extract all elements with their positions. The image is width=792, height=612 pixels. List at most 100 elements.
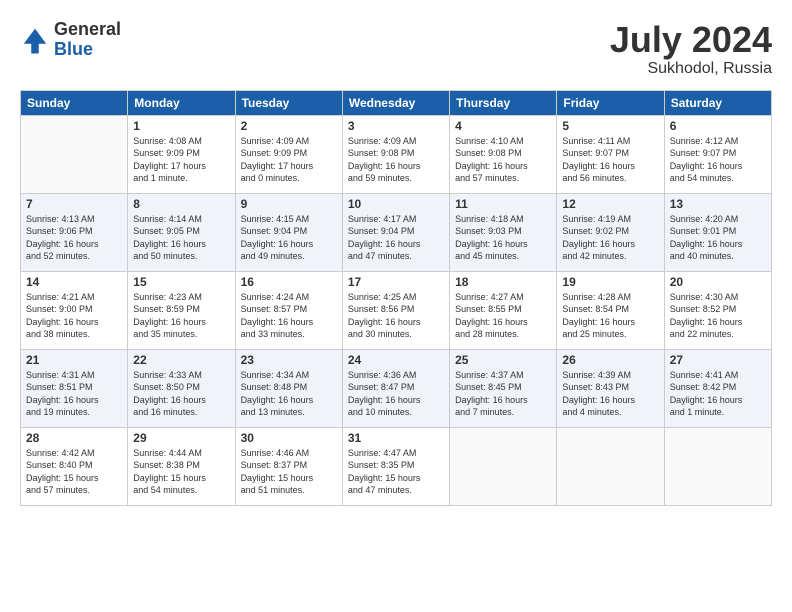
header-monday: Monday (128, 90, 235, 115)
logo-text: General Blue (54, 20, 121, 60)
day-number: 5 (562, 119, 658, 133)
weekday-header-row: Sunday Monday Tuesday Wednesday Thursday… (21, 90, 772, 115)
calendar-cell: 16 Sunrise: 4:24 AM Sunset: 8:57 PM Dayli… (235, 271, 342, 349)
header: General Blue July 2024 Sukhodol, Russia (20, 20, 772, 78)
day-number: 23 (241, 353, 337, 367)
day-info: Sunrise: 4:34 AM Sunset: 8:48 PM Dayligh… (241, 369, 337, 419)
calendar-cell: 14 Sunrise: 4:21 AM Sunset: 9:00 PM Dayli… (21, 271, 128, 349)
calendar-title: July 2024 (610, 20, 772, 60)
calendar-cell: 11Sunrise: 4:18 AM Sunset: 9:03 PM Dayli… (450, 193, 557, 271)
day-number: 24 (348, 353, 444, 367)
calendar-cell (21, 115, 128, 193)
calendar-cell: 4 Sunrise: 4:10 AM Sunset: 9:08 PM Daylig… (450, 115, 557, 193)
day-info: Sunrise: 4:30 AM Sunset: 8:52 PM Dayligh… (670, 291, 766, 341)
calendar-cell: 22 Sunrise: 4:33 AM Sunset: 8:50 PM Dayli… (128, 349, 235, 427)
day-number: 1 (133, 119, 229, 133)
day-info: Sunrise: 4:31 AM Sunset: 8:51 PM Dayligh… (26, 369, 122, 419)
calendar-week-row: 28Sunrise: 4:42 AM Sunset: 8:40 PM Dayli… (21, 427, 772, 505)
day-number: 18 (455, 275, 551, 289)
calendar-cell: 23 Sunrise: 4:34 AM Sunset: 8:48 PM Dayli… (235, 349, 342, 427)
day-info: Sunrise: 4:39 AM Sunset: 8:43 PM Dayligh… (562, 369, 658, 419)
header-sunday: Sunday (21, 90, 128, 115)
calendar-cell: 8Sunrise: 4:14 AM Sunset: 9:05 PM Daylig… (128, 193, 235, 271)
day-info: Sunrise: 4:11 AM Sunset: 9:07 PM Dayligh… (562, 135, 658, 185)
day-info: Sunrise: 4:23 AM Sunset: 8:59 PM Dayligh… (133, 291, 229, 341)
day-number: 9 (241, 197, 337, 211)
day-number: 16 (241, 275, 337, 289)
calendar-cell: 30 Sunrise: 4:46 AM Sunset: 8:37 PM Dayli… (235, 427, 342, 505)
day-number: 11 (455, 197, 551, 211)
calendar-cell: 19 Sunrise: 4:28 AM Sunset: 8:54 PM Dayli… (557, 271, 664, 349)
day-number: 21 (26, 353, 122, 367)
calendar-cell: 21 Sunrise: 4:31 AM Sunset: 8:51 PM Dayli… (21, 349, 128, 427)
calendar-cell: 27Sunrise: 4:41 AM Sunset: 8:42 PM Dayli… (664, 349, 771, 427)
calendar-cell: 18 Sunrise: 4:27 AM Sunset: 8:55 PM Dayli… (450, 271, 557, 349)
calendar-cell: 10 Sunrise: 4:17 AM Sunset: 9:04 PM Dayli… (342, 193, 449, 271)
calendar-cell: 13 Sunrise: 4:20 AM Sunset: 9:01 PM Dayli… (664, 193, 771, 271)
calendar-week-row: 7 Sunrise: 4:13 AM Sunset: 9:06 PM Daylig… (21, 193, 772, 271)
day-number: 19 (562, 275, 658, 289)
day-number: 10 (348, 197, 444, 211)
day-info: Sunrise: 4:09 AM Sunset: 9:08 PM Dayligh… (348, 135, 444, 185)
day-info: Sunrise: 4:27 AM Sunset: 8:55 PM Dayligh… (455, 291, 551, 341)
day-info: Sunrise: 4:15 AM Sunset: 9:04 PM Dayligh… (241, 213, 337, 263)
calendar-cell: 29 Sunrise: 4:44 AM Sunset: 8:38 PM Dayli… (128, 427, 235, 505)
day-info: Sunrise: 4:33 AM Sunset: 8:50 PM Dayligh… (133, 369, 229, 419)
calendar-cell (450, 427, 557, 505)
header-wednesday: Wednesday (342, 90, 449, 115)
day-number: 20 (670, 275, 766, 289)
day-info: Sunrise: 4:36 AM Sunset: 8:47 PM Dayligh… (348, 369, 444, 419)
day-info: Sunrise: 4:24 AM Sunset: 8:57 PM Dayligh… (241, 291, 337, 341)
day-info: Sunrise: 4:44 AM Sunset: 8:38 PM Dayligh… (133, 447, 229, 497)
day-number: 7 (26, 197, 122, 211)
day-number: 29 (133, 431, 229, 445)
calendar-location: Sukhodol, Russia (610, 60, 772, 78)
day-number: 26 (562, 353, 658, 367)
header-friday: Friday (557, 90, 664, 115)
day-number: 25 (455, 353, 551, 367)
day-number: 6 (670, 119, 766, 133)
day-number: 2 (241, 119, 337, 133)
calendar-cell: 12Sunrise: 4:19 AM Sunset: 9:02 PM Dayli… (557, 193, 664, 271)
day-number: 8 (133, 197, 229, 211)
day-info: Sunrise: 4:28 AM Sunset: 8:54 PM Dayligh… (562, 291, 658, 341)
calendar-cell: 1 Sunrise: 4:08 AM Sunset: 9:09 PM Daylig… (128, 115, 235, 193)
logo-general-text: General (54, 20, 121, 40)
day-info: Sunrise: 4:20 AM Sunset: 9:01 PM Dayligh… (670, 213, 766, 263)
day-number: 12 (562, 197, 658, 211)
day-number: 30 (241, 431, 337, 445)
day-number: 4 (455, 119, 551, 133)
day-number: 22 (133, 353, 229, 367)
day-number: 3 (348, 119, 444, 133)
header-thursday: Thursday (450, 90, 557, 115)
title-block: July 2024 Sukhodol, Russia (610, 20, 772, 78)
calendar-cell: 15Sunrise: 4:23 AM Sunset: 8:59 PM Dayli… (128, 271, 235, 349)
day-info: Sunrise: 4:21 AM Sunset: 9:00 PM Dayligh… (26, 291, 122, 341)
day-info: Sunrise: 4:47 AM Sunset: 8:35 PM Dayligh… (348, 447, 444, 497)
day-info: Sunrise: 4:12 AM Sunset: 9:07 PM Dayligh… (670, 135, 766, 185)
calendar-cell: 31 Sunrise: 4:47 AM Sunset: 8:35 PM Dayli… (342, 427, 449, 505)
day-info: Sunrise: 4:13 AM Sunset: 9:06 PM Dayligh… (26, 213, 122, 263)
day-info: Sunrise: 4:09 AM Sunset: 9:09 PM Dayligh… (241, 135, 337, 185)
calendar-cell: 3 Sunrise: 4:09 AM Sunset: 9:08 PM Daylig… (342, 115, 449, 193)
calendar-week-row: 14 Sunrise: 4:21 AM Sunset: 9:00 PM Dayli… (21, 271, 772, 349)
calendar-cell (664, 427, 771, 505)
day-info: Sunrise: 4:46 AM Sunset: 8:37 PM Dayligh… (241, 447, 337, 497)
calendar-cell: 5 Sunrise: 4:11 AM Sunset: 9:07 PM Daylig… (557, 115, 664, 193)
calendar-cell: 24 Sunrise: 4:36 AM Sunset: 8:47 PM Dayli… (342, 349, 449, 427)
day-number: 14 (26, 275, 122, 289)
calendar-cell: 20 Sunrise: 4:30 AM Sunset: 8:52 PM Dayli… (664, 271, 771, 349)
day-number: 17 (348, 275, 444, 289)
day-info: Sunrise: 4:08 AM Sunset: 9:09 PM Dayligh… (133, 135, 229, 185)
logo-icon (20, 25, 50, 55)
day-number: 31 (348, 431, 444, 445)
day-info: Sunrise: 4:17 AM Sunset: 9:04 PM Dayligh… (348, 213, 444, 263)
calendar-cell: 9 Sunrise: 4:15 AM Sunset: 9:04 PM Daylig… (235, 193, 342, 271)
day-number: 28 (26, 431, 122, 445)
calendar-cell (557, 427, 664, 505)
day-info: Sunrise: 4:10 AM Sunset: 9:08 PM Dayligh… (455, 135, 551, 185)
day-number: 13 (670, 197, 766, 211)
header-tuesday: Tuesday (235, 90, 342, 115)
logo-blue-text: Blue (54, 40, 121, 60)
calendar-cell: 25Sunrise: 4:37 AM Sunset: 8:45 PM Dayli… (450, 349, 557, 427)
